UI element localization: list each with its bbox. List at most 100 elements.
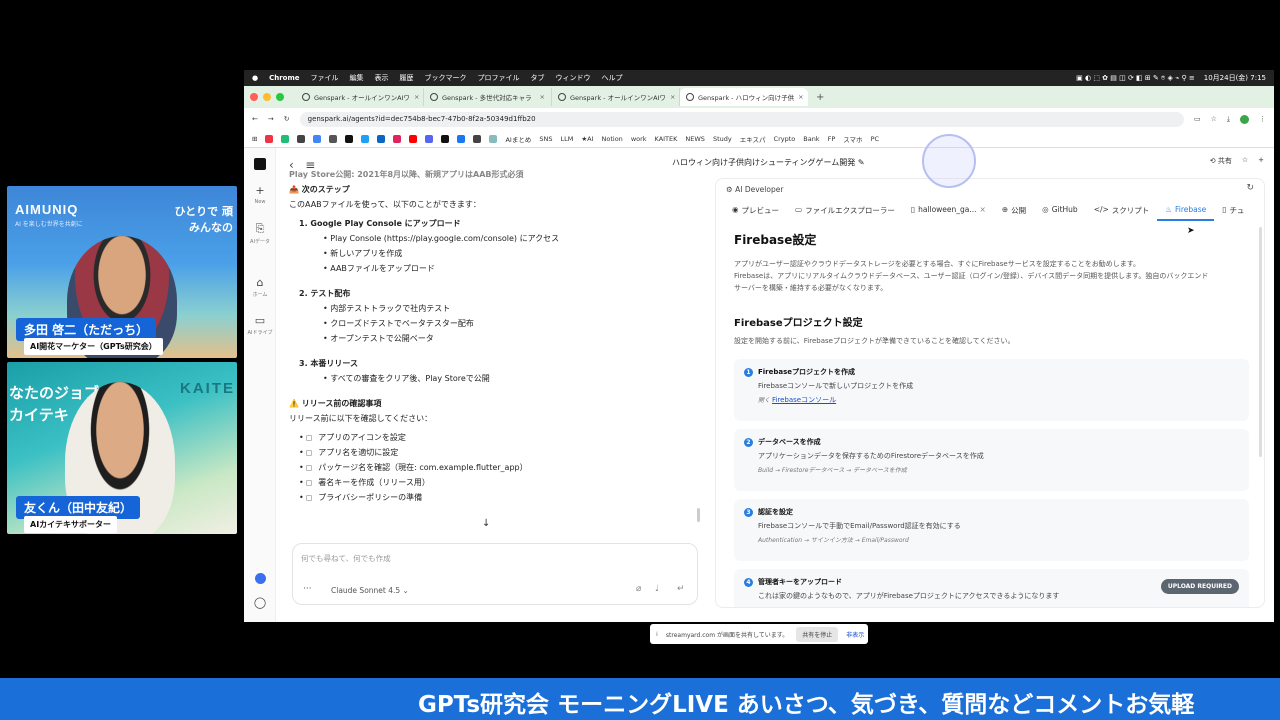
- bookmark-favicon[interactable]: [393, 134, 402, 143]
- browser-tab[interactable]: Genspark - オールインワンAIワ ×: [552, 88, 680, 106]
- checkbox-icon[interactable]: [306, 479, 313, 486]
- forward-icon[interactable]: →: [268, 115, 274, 123]
- tab-tutorial[interactable]: ▯ チュ: [1214, 199, 1252, 221]
- rail-ai-drive[interactable]: ▭ AIドライブ: [244, 314, 276, 336]
- chat-scrollbar[interactable]: [697, 508, 700, 522]
- maximize-window-icon[interactable]: [276, 93, 284, 101]
- checkbox-icon[interactable]: [306, 434, 313, 441]
- bookmark-favicon[interactable]: [361, 134, 370, 143]
- attach-icon[interactable]: ⌀: [636, 584, 641, 594]
- tab-close-icon[interactable]: ×: [414, 93, 419, 101]
- bookmark-favicon[interactable]: [377, 134, 386, 143]
- bookmark-favicon[interactable]: [457, 134, 466, 143]
- reload-icon[interactable]: ↻: [284, 115, 290, 123]
- browser-tab-active[interactable]: Genspark - ハロウィン向け子供 ×: [680, 88, 808, 106]
- minimize-window-icon[interactable]: [263, 93, 271, 101]
- bookmark-folder-study[interactable]: Study: [713, 135, 732, 143]
- download-icon[interactable]: ⤓: [1227, 115, 1230, 124]
- browser-menu-icon[interactable]: ⋮: [1259, 115, 1266, 123]
- bookmark-folder-smaho[interactable]: スマホ: [843, 134, 862, 144]
- apple-icon[interactable]: ●: [252, 74, 258, 82]
- menu-bookmarks[interactable]: ブックマーク: [425, 73, 467, 83]
- panel-scrollbar[interactable]: [1259, 227, 1262, 457]
- tab-close-icon[interactable]: ×: [670, 93, 675, 101]
- menu-clock[interactable]: 10月24日(金) 7:15: [1204, 73, 1266, 83]
- checkbox-icon[interactable]: [306, 494, 313, 501]
- tab-scripts[interactable]: </> スクリプト: [1086, 199, 1158, 221]
- back-icon[interactable]: ←: [252, 115, 258, 123]
- menu-window[interactable]: ウィンドウ: [556, 73, 591, 83]
- bookmark-favicon[interactable]: [281, 134, 290, 143]
- tab-preview[interactable]: ◉ プレビュー: [724, 199, 787, 221]
- mic-icon[interactable]: ♩: [655, 584, 659, 594]
- tab-publish[interactable]: ⊕ 公開: [994, 199, 1034, 221]
- tab-github[interactable]: ◎ GitHub: [1034, 199, 1086, 221]
- rail-user-icon[interactable]: ◯: [244, 596, 276, 611]
- bookmark-favicon[interactable]: [345, 134, 354, 143]
- address-bar[interactable]: genspark.ai/agents?id=dec754b8-bec7-47b0…: [299, 111, 1184, 127]
- bookmark-favicon[interactable]: [265, 134, 274, 143]
- menu-help[interactable]: ヘルプ: [602, 73, 623, 83]
- bookmark-folder-news[interactable]: NEWS: [685, 135, 705, 143]
- bookmark-folder-aimatome[interactable]: AIまとめ: [505, 134, 531, 144]
- menu-profiles[interactable]: プロファイル: [478, 73, 520, 83]
- close-window-icon[interactable]: [250, 93, 258, 101]
- cast-icon[interactable]: ▭: [1194, 115, 1201, 123]
- tab-file[interactable]: ▯ halloween_ga... ×: [903, 199, 994, 221]
- tab-close-icon[interactable]: ×: [980, 205, 986, 215]
- bookmark-favicon[interactable]: [425, 134, 434, 143]
- status-icons[interactable]: ▣ ◐ ⬚ ✿ ▤ ◫ ⟳ ◧ ⊞ ✎ ⌾ ◈ ⌁ ⚲ ≡: [1076, 74, 1195, 83]
- more-options-icon[interactable]: ···: [303, 584, 312, 594]
- bookmark-folder-pc[interactable]: PC: [871, 135, 879, 143]
- bookmark-favicon[interactable]: [473, 134, 482, 143]
- menu-app-name[interactable]: Chrome: [269, 74, 299, 82]
- menu-view[interactable]: 表示: [375, 73, 389, 83]
- checkbox-icon[interactable]: [306, 464, 313, 471]
- rail-ai-data[interactable]: ⎘ AIデータ: [244, 222, 276, 245]
- bookmark-favicon[interactable]: [441, 134, 450, 143]
- menu-tab[interactable]: タブ: [531, 73, 545, 83]
- browser-tab[interactable]: Genspark - 多世代対応キャラ ×: [424, 88, 552, 106]
- menu-history[interactable]: 履歴: [400, 73, 414, 83]
- bookmark-folder-bank[interactable]: Bank: [803, 135, 819, 143]
- profile-avatar[interactable]: [1240, 114, 1249, 124]
- bookmark-star-icon[interactable]: ☆: [1211, 115, 1217, 123]
- apps-grid-icon[interactable]: ⊞: [252, 135, 257, 143]
- bookmark-folder-sns[interactable]: SNS: [539, 135, 552, 143]
- scroll-down-arrow-icon[interactable]: ↓: [482, 518, 490, 529]
- browser-tab[interactable]: Genspark - オールインワンAIワ ×: [296, 88, 424, 106]
- bookmark-folder-llm[interactable]: LLM: [560, 135, 573, 143]
- rail-new[interactable]: + New: [244, 184, 276, 205]
- model-selector[interactable]: Claude Sonnet 4.5 ⌄: [331, 586, 409, 595]
- rail-account[interactable]: [244, 573, 276, 588]
- menu-edit[interactable]: 編集: [350, 73, 364, 83]
- tab-firebase[interactable]: ♨ Firebase: [1157, 199, 1215, 221]
- bookmark-favicon[interactable]: [313, 134, 322, 143]
- bookmark-folder-ai[interactable]: ★AI: [581, 135, 593, 143]
- share-button[interactable]: ⟲ 共有: [1210, 156, 1232, 166]
- star-icon[interactable]: ☆: [1242, 156, 1248, 166]
- send-icon[interactable]: ↵: [677, 584, 685, 594]
- bookmark-favicon[interactable]: [409, 134, 418, 143]
- bookmark-favicon[interactable]: [297, 134, 306, 143]
- bookmark-favicon[interactable]: [489, 134, 498, 143]
- refresh-icon[interactable]: ↻: [1246, 183, 1254, 193]
- menu-file[interactable]: ファイル: [311, 73, 339, 83]
- rail-home[interactable]: ⌂ ホーム: [244, 276, 276, 298]
- new-icon[interactable]: +: [1258, 156, 1264, 166]
- chat-input[interactable]: 何でも尋ねて、何でも作成 ··· Claude Sonnet 4.5 ⌄ ⌀ ♩…: [292, 543, 698, 605]
- hide-share-bar-link[interactable]: 非表示: [846, 630, 864, 639]
- new-tab-icon[interactable]: +: [816, 92, 824, 103]
- genspark-logo[interactable]: [244, 158, 276, 174]
- page-title[interactable]: ハロウィン向け子供向けシューティングゲーム開発 ✎: [672, 157, 865, 168]
- tab-close-icon[interactable]: ×: [540, 93, 545, 101]
- bookmark-folder-fp[interactable]: FP: [828, 135, 836, 143]
- bookmark-favicon[interactable]: [329, 134, 338, 143]
- bookmark-folder-ekispa[interactable]: エキスパ: [740, 134, 766, 144]
- bookmark-folder-kaitek[interactable]: KAITEK: [655, 135, 678, 143]
- checkbox-icon[interactable]: [306, 449, 313, 456]
- bookmark-folder-work[interactable]: work: [631, 135, 647, 143]
- stop-sharing-button[interactable]: 共有を停止: [796, 626, 839, 642]
- firebase-console-link[interactable]: Firebaseコンソール: [772, 396, 836, 404]
- upload-required-badge[interactable]: UPLOAD REQUIRED: [1160, 579, 1239, 594]
